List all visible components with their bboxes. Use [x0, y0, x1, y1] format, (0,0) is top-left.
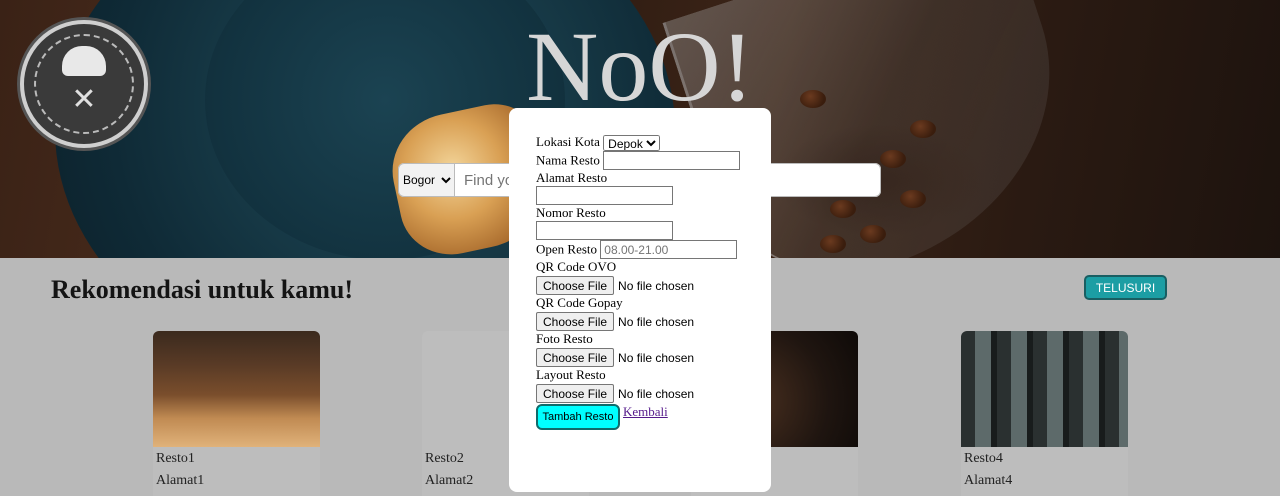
add-resto-modal: Lokasi Kota Depok Nama Resto Alamat Rest…	[509, 108, 771, 492]
resto-card[interactable]: Resto4 Alamat4	[961, 331, 1128, 496]
resto-name: Resto2	[425, 451, 464, 466]
resto-card[interactable]: Resto1 Alamat1	[153, 331, 320, 496]
resto-name: Resto4	[964, 451, 1003, 466]
city-label: Lokasi Kota	[536, 134, 600, 149]
section-title: Rekomendasi untuk kamu!	[51, 275, 353, 304]
ovo-label: QR Code OVO	[536, 259, 617, 275]
gopay-file-status: No file chosen	[618, 314, 695, 329]
resto-address: Alamat2	[425, 473, 474, 488]
address-label: Alamat Resto	[536, 170, 608, 186]
resto-photo	[961, 331, 1128, 447]
resto-photo	[153, 331, 320, 447]
name-label: Nama Resto	[536, 152, 600, 168]
photo-label: Foto Resto	[536, 331, 593, 347]
explore-button[interactable]: TELUSURI	[1084, 275, 1167, 300]
ovo-file-status: No file chosen	[618, 278, 695, 293]
gopay-label: QR Code Gopay	[536, 295, 623, 311]
resto-name: Resto1	[156, 451, 195, 466]
resto-address-input[interactable]	[536, 186, 673, 206]
ovo-choose-file-button[interactable]: Choose File	[536, 276, 615, 296]
layout-choose-file-button[interactable]: Choose File	[536, 384, 615, 404]
layout-file-status: No file chosen	[618, 386, 695, 401]
resto-address: Alamat4	[964, 473, 1013, 488]
photo-choose-file-button[interactable]: Choose File	[536, 348, 615, 368]
phone-label: Nomor Resto	[536, 205, 606, 221]
city-select[interactable]: Bogor	[398, 163, 455, 197]
add-resto-button[interactable]: Tambah Resto	[536, 404, 620, 431]
hero-title: NoO!	[526, 11, 754, 122]
open-hours-input[interactable]	[600, 240, 738, 260]
open-label: Open Resto	[536, 241, 598, 257]
resto-name-input[interactable]	[603, 151, 741, 171]
photo-file-status: No file chosen	[618, 350, 695, 365]
gopay-choose-file-button[interactable]: Choose File	[536, 312, 615, 332]
city-location-select[interactable]: Depok	[603, 135, 661, 152]
add-resto-form: Lokasi Kota Depok Nama Resto Alamat Rest…	[536, 134, 756, 431]
back-link[interactable]: Kembali	[623, 404, 668, 420]
layout-label: Layout Resto	[536, 367, 606, 383]
resto-address: Alamat1	[156, 473, 205, 488]
resto-phone-input[interactable]	[536, 221, 673, 241]
